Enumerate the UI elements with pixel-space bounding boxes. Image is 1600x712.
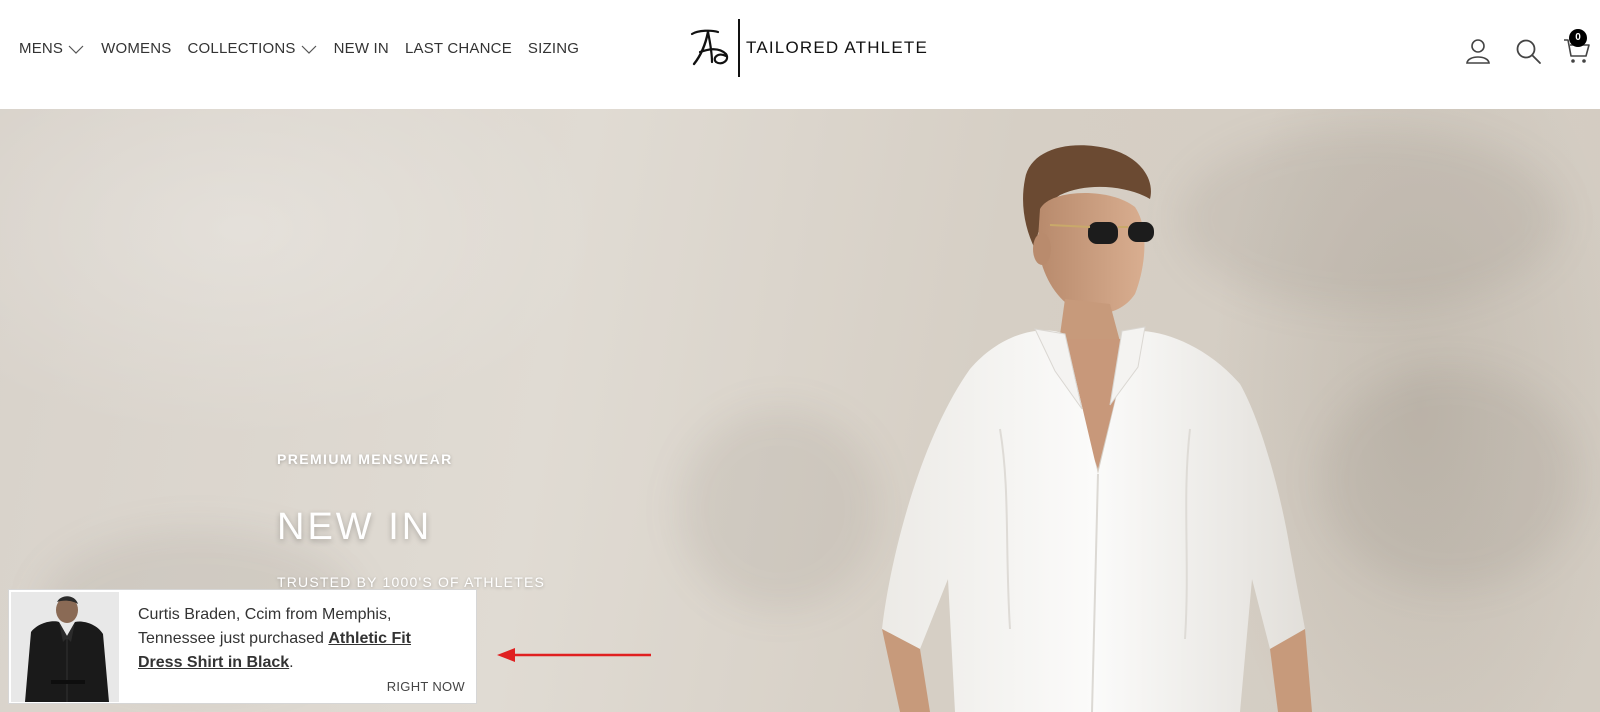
purchase-text-end: . [289,654,294,671]
chevron-down-icon [301,45,317,54]
hero-eyebrow: PREMIUM MENSWEAR [277,451,453,467]
nav-label: LAST CHANCE [404,40,512,57]
nav-item-mens[interactable]: MENS [19,40,85,57]
nav-item-collections[interactable]: COLLECTIONS [188,40,318,57]
main-nav: MENS WOMENS COLLECTIONS NEW IN LAST CHAN… [19,40,595,57]
purchase-time: RIGHT NOW [386,679,465,694]
product-image [11,592,119,702]
logo-text: TAILORED ATHLETE [746,38,928,57]
wall-shadow [680,409,880,609]
model-photo [882,145,1312,712]
chevron-down-icon [68,45,84,54]
nav-item-new-in[interactable]: NEW IN [334,40,389,57]
nav-item-womens[interactable]: WOMENS [101,40,171,57]
recent-purchase-popup[interactable]: Curtis Braden, Ccim from Memphis, Tennes… [8,589,477,704]
nav-label: WOMENS [101,40,172,57]
purchase-message: Curtis Braden, Ccim from Memphis, Tennes… [138,603,458,675]
nav-label: SIZING [527,40,580,57]
cart-count-badge: 0 [1569,29,1587,47]
hero-tagline: TRUSTED BY 1000'S OF ATHLETES [277,574,546,590]
nav-item-last-chance[interactable]: LAST CHANCE [405,40,512,57]
nav-label: NEW IN [333,40,389,57]
search-icon[interactable] [1513,36,1543,66]
brand-logo[interactable]: TAILORED ATHLETE [688,18,928,78]
logo-divider [738,19,740,77]
logo-monogram-icon [690,29,729,66]
product-thumbnail[interactable] [11,592,119,702]
red-arrow-icon [497,648,651,662]
nav-label: MENS [19,40,64,57]
account-icon[interactable] [1463,36,1493,66]
nav-label: COLLECTIONS [187,40,296,57]
hero-headline[interactable]: NEW IN [277,506,432,549]
site-header: MENS WOMENS COLLECTIONS NEW IN LAST CHAN… [0,0,1600,109]
nav-item-sizing[interactable]: SIZING [528,40,579,57]
